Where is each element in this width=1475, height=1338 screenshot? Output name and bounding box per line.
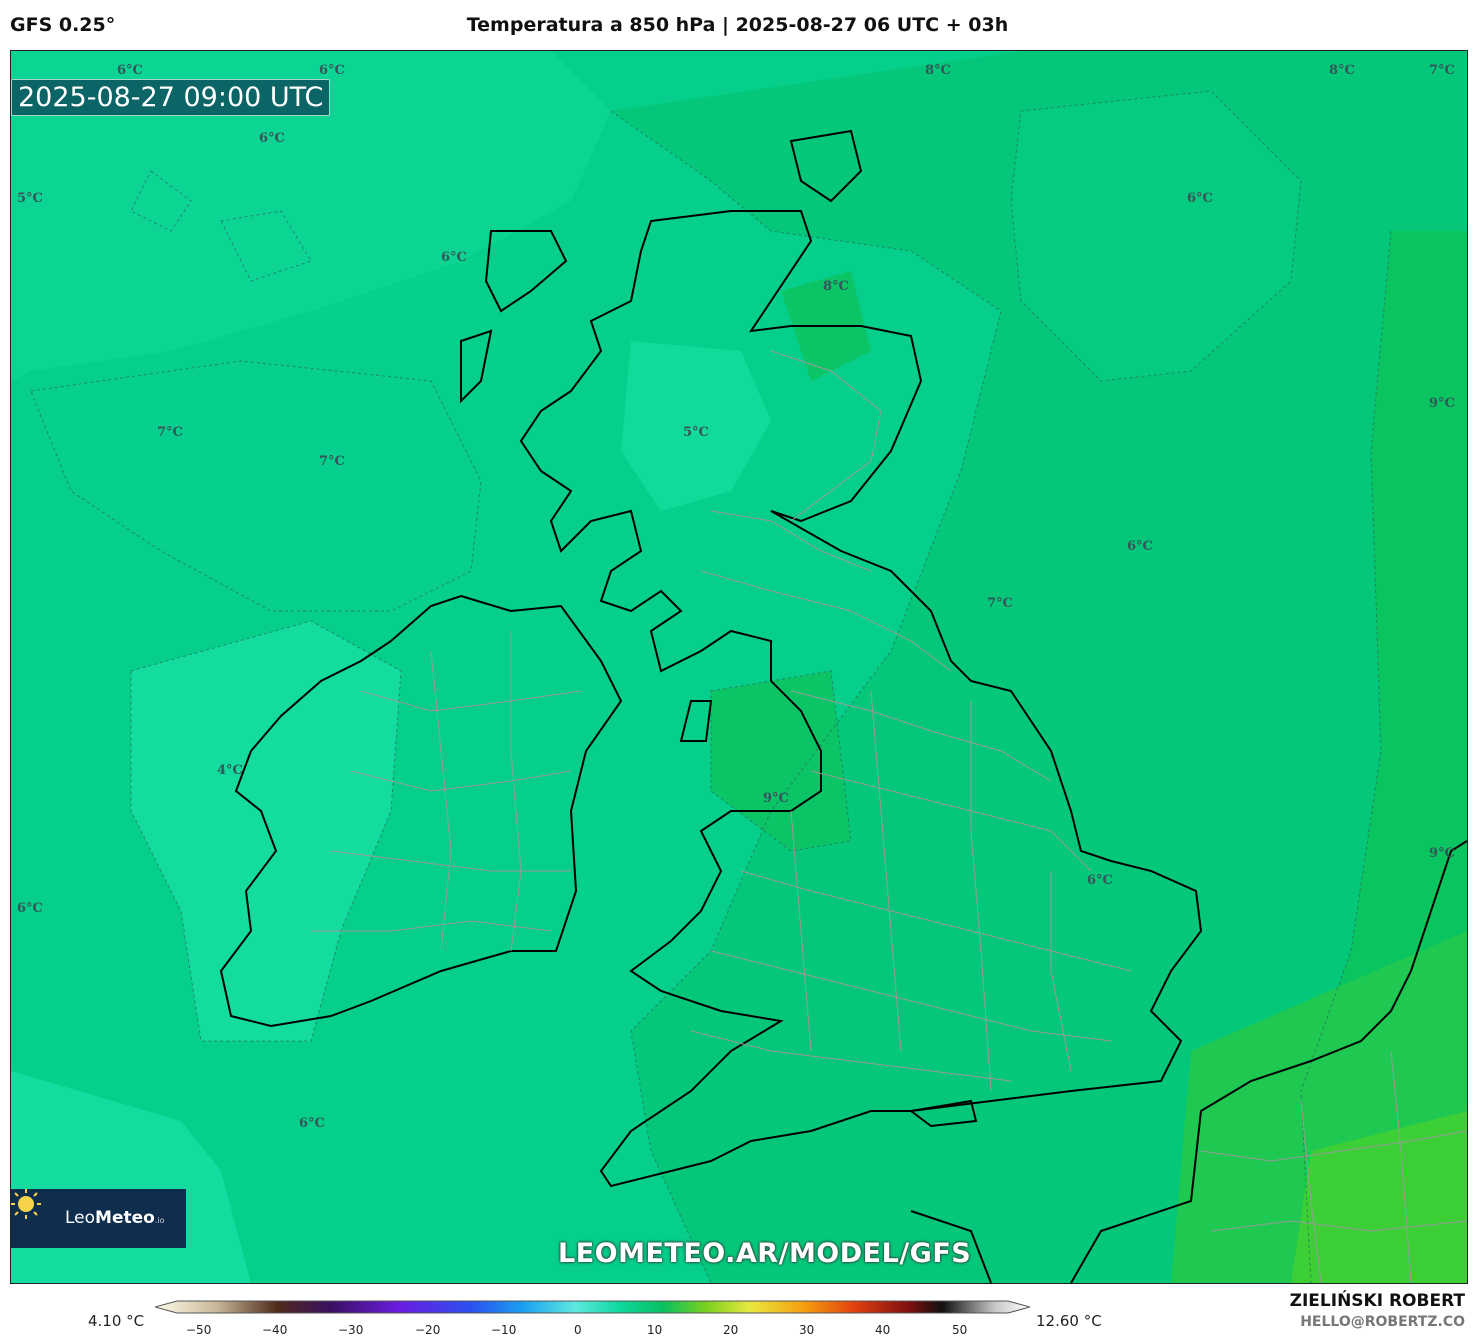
valid-time-badge: 2025-08-27 09:00 UTC: [11, 79, 331, 116]
contour-label: 6°C: [259, 131, 285, 146]
contour-label: 6°C: [441, 250, 467, 265]
colorbar-tick: 30: [799, 1323, 815, 1337]
contour-label: 6°C: [319, 63, 345, 78]
contour-label: 7°C: [319, 454, 345, 469]
contour-label: 9°C: [1429, 846, 1455, 861]
contour-label: 7°C: [1429, 63, 1455, 78]
contour-label: 6°C: [1127, 539, 1153, 554]
colorbar-tick: 20: [723, 1323, 739, 1337]
colorbar-tick: −20: [415, 1323, 441, 1337]
chart-title: Temperatura a 850 hPa | 2025-08-27 06 UT…: [466, 14, 1009, 36]
contour-label: 8°C: [823, 279, 849, 294]
contour-label: 8°C: [925, 63, 951, 78]
temperature-field: [11, 51, 1467, 1283]
contour-label: 7°C: [987, 596, 1013, 611]
colorbar-tick: 0: [574, 1323, 582, 1337]
contour-label: 6°C: [117, 63, 143, 78]
contour-label: 5°C: [17, 191, 43, 206]
contour-label: 9°C: [1429, 396, 1455, 411]
logo-text: LeoMeteo.io: [65, 1208, 165, 1228]
colorbar-tick: −10: [491, 1323, 517, 1337]
author-name: ZIELIŃSKI ROBERT: [1289, 1291, 1465, 1311]
colorbar-tick: 40: [875, 1323, 891, 1337]
watermark-url: LEOMETEO.AR/MODEL/GFS: [558, 1238, 972, 1269]
colorbar-tick: 50: [952, 1323, 968, 1337]
colorbar: [155, 1300, 1030, 1314]
sun-icon: [11, 1189, 41, 1219]
contour-label: 6°C: [17, 901, 43, 916]
colorbar-max-label: 12.60 °C: [1036, 1312, 1102, 1330]
map-panel[interactable]: 2025-08-27 09:00 UTC 6°C 6°C 8°C 8°C 7°C…: [10, 50, 1468, 1284]
colorbar-min-label: 4.10 °C: [88, 1312, 145, 1330]
contour-label: 9°C: [763, 791, 789, 806]
contour-label: 4°C: [217, 763, 243, 778]
contour-label: 6°C: [1187, 191, 1213, 206]
author-email[interactable]: HELLO@ROBERTZ.CO: [1300, 1314, 1465, 1330]
contour-label: 8°C: [1329, 63, 1355, 78]
contour-label: 5°C: [683, 425, 709, 440]
leometeo-logo[interactable]: LeoMeteo.io: [11, 1189, 186, 1248]
contour-label: 6°C: [1087, 873, 1113, 888]
contour-label: 7°C: [157, 425, 183, 440]
colorbar-tick: 10: [647, 1323, 663, 1337]
colorbar-tick: −50: [186, 1323, 212, 1337]
colorbar-tick: −40: [262, 1323, 288, 1337]
contour-label: 6°C: [299, 1116, 325, 1131]
colorbar-tick: −30: [338, 1323, 364, 1337]
